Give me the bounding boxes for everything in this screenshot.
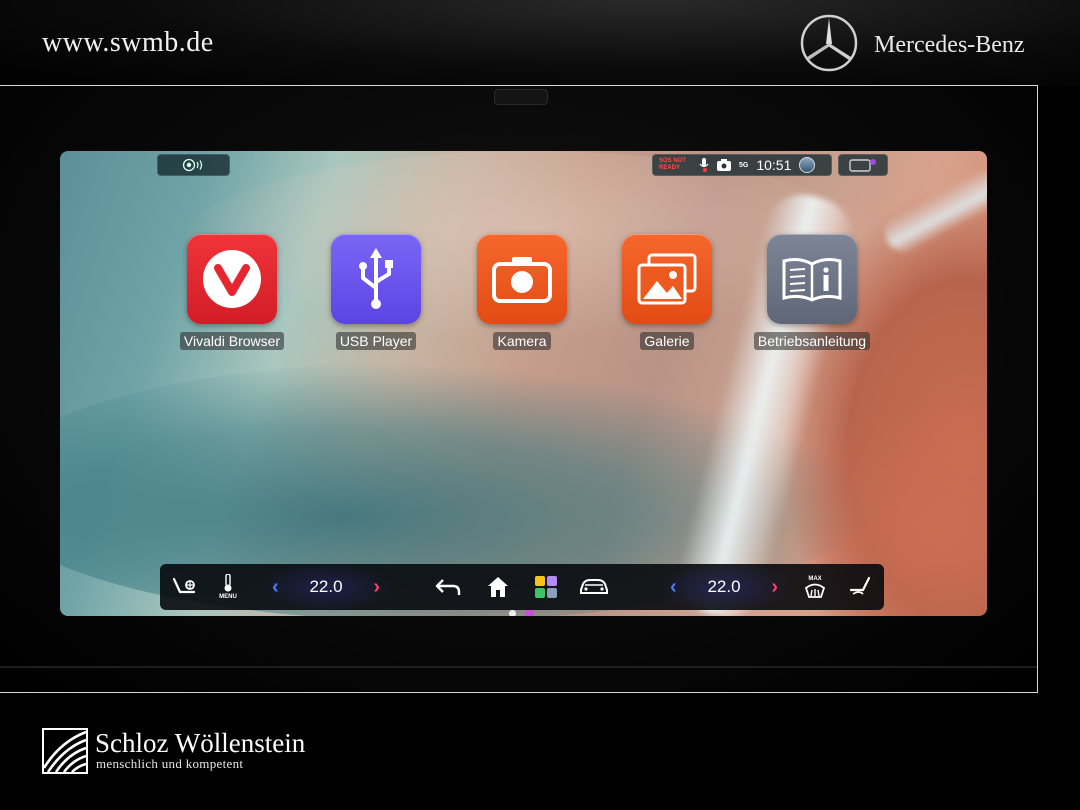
app-vivaldi-browser[interactable]: Vivaldi Browser	[162, 234, 302, 350]
right-temperature-zone: ‹ 22.0 ›	[660, 564, 788, 610]
site-url[interactable]: www.swmb.de	[42, 27, 214, 59]
climate-dock: MENU ‹ 22.0 › ‹ 22.0 › MAX	[160, 564, 884, 610]
climate-menu-button[interactable]: MENU	[208, 564, 248, 610]
network-indicator: 5G	[739, 161, 749, 169]
dealer-name: Schloz Wöllenstein	[95, 728, 306, 758]
dealer-tagline: menschlich und kompetent	[96, 756, 244, 771]
defrost-icon	[804, 583, 826, 598]
seat-settings-button[interactable]	[164, 564, 204, 610]
right-temp-down-button[interactable]: ‹	[670, 576, 677, 599]
dealer-logo	[42, 728, 88, 774]
app-launcher-button[interactable]	[526, 564, 566, 610]
clock: 10:51	[756, 157, 792, 173]
microphone-icon	[699, 158, 709, 172]
app-betriebsanleitung[interactable]: Betriebsanleitung	[742, 234, 882, 350]
display-photo: SOS NOT READY 5G 10:51 Vivaldi Browser U…	[0, 85, 1038, 693]
back-arrow-icon	[435, 579, 461, 595]
voice-assistant-chip[interactable]	[157, 154, 230, 176]
camera-icon[interactable]	[477, 234, 567, 324]
app-label: Vivaldi Browser	[179, 332, 285, 350]
infotainment-screen: SOS NOT READY 5G 10:51 Vivaldi Browser U…	[60, 151, 987, 616]
right-temperature: 22.0	[707, 577, 741, 596]
voice-assistant-icon	[182, 158, 202, 172]
gallery-icon[interactable]	[622, 234, 712, 324]
mercedes-star-logo	[800, 14, 858, 72]
status-bar: SOS NOT READY 5G 10:51	[652, 154, 832, 176]
left-temp-up-button[interactable]: ›	[373, 576, 380, 599]
right-temp-up-button[interactable]: ›	[771, 576, 778, 599]
home-icon	[488, 577, 508, 597]
car-icon	[580, 579, 608, 594]
max-defrost-button[interactable]: MAX	[794, 564, 836, 610]
page-indicator	[509, 609, 534, 616]
home-button[interactable]	[478, 564, 518, 610]
manual-icon[interactable]	[767, 234, 857, 324]
thermometer-icon	[224, 574, 232, 592]
dealer-footer: Schloz Wöllenstein menschlich und kompet…	[0, 694, 1080, 810]
sos-status: SOS NOT READY	[659, 158, 687, 171]
left-temp-down-button[interactable]: ‹	[272, 576, 279, 599]
user-avatar[interactable]	[799, 157, 816, 173]
app-galerie[interactable]: Galerie	[597, 234, 737, 350]
vehicle-button[interactable]	[572, 564, 616, 610]
camera-status-icon	[717, 159, 731, 171]
camera-notch	[494, 89, 548, 105]
media-chip[interactable]	[838, 154, 888, 176]
apps-grid-icon	[535, 576, 557, 598]
page-dot[interactable]	[509, 610, 516, 616]
passenger-seat-icon	[849, 576, 871, 595]
menu-label: MENU	[219, 594, 237, 600]
left-temperature: 22.0	[309, 577, 343, 596]
app-kamera[interactable]: Kamera	[452, 234, 592, 350]
seat-icon	[172, 577, 196, 594]
usb-icon[interactable]	[331, 234, 421, 324]
left-temperature-zone: ‹ 22.0 ›	[262, 564, 390, 610]
page-dot-active[interactable]	[525, 609, 534, 616]
app-usb-player[interactable]: USB Player	[306, 234, 446, 350]
app-label: Galerie	[640, 332, 694, 350]
back-button[interactable]	[428, 564, 468, 610]
app-label: USB Player	[335, 332, 417, 350]
app-label: Kamera	[493, 332, 551, 350]
top-branding-bar: www.swmb.de Mercedes-Benz	[0, 0, 1080, 86]
app-label: Betriebsanleitung	[753, 332, 871, 350]
vivaldi-icon[interactable]	[187, 234, 277, 324]
seat-right-button[interactable]	[840, 564, 880, 610]
brand-name: Mercedes-Benz	[874, 32, 1025, 58]
screen-cast-icon	[849, 159, 876, 172]
